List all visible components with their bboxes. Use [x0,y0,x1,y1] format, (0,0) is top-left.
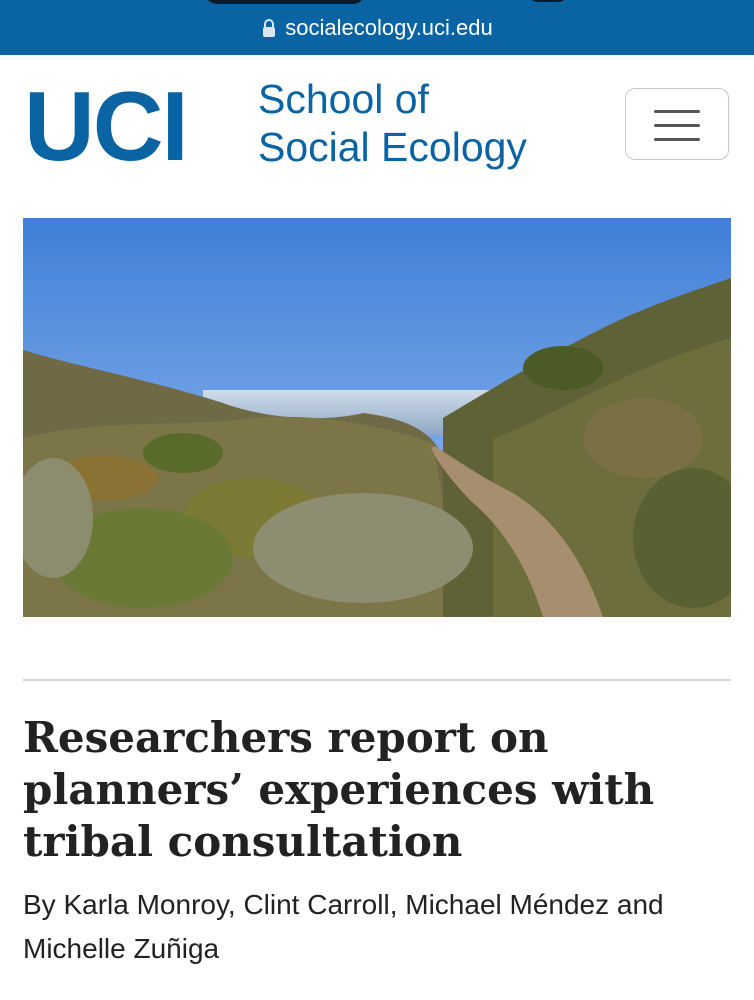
article-byline: By Karla Monroy, Clint Carroll, Michael … [23,889,664,964]
hero-image [23,218,731,617]
menu-button[interactable] [625,88,729,160]
site-header: UCI School of Social Ecology [0,55,754,195]
url-text: socialecology.uci.edu [285,14,493,40]
article-title: Researchers report on planners’ experien… [23,713,655,866]
uci-logo[interactable]: UCI [24,77,189,175]
school-name-line1: School of [258,76,429,122]
trail-landscape-image [23,218,731,617]
browser-address-bar[interactable]: socialecology.uci.edu [0,0,754,55]
hamburger-menu-icon [654,124,700,127]
url-display[interactable]: socialecology.uci.edu [0,0,754,55]
school-name[interactable]: School of Social Ecology [258,75,527,171]
section-divider [23,679,731,681]
lock-icon [261,18,277,38]
hamburger-menu-icon [654,138,700,141]
hamburger-menu-icon [654,110,700,113]
school-name-line2: Social Ecology [258,124,527,170]
